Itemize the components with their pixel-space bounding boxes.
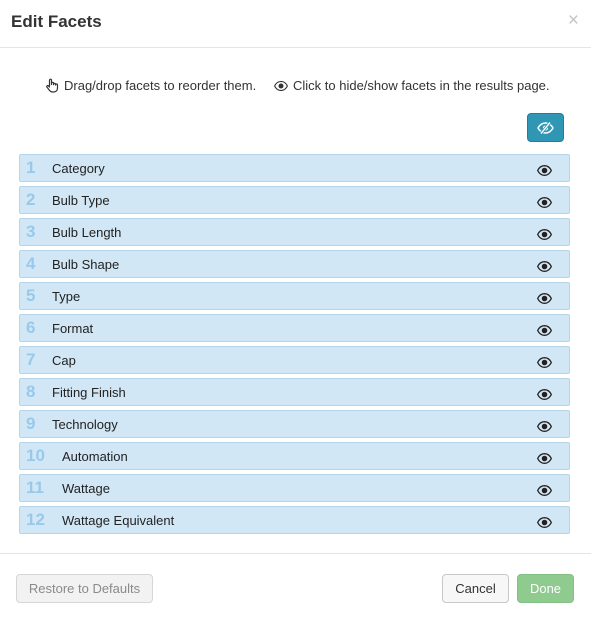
visibility-eye-icon[interactable] — [536, 387, 553, 405]
facet-row[interactable]: 8 Fitting Finish — [19, 378, 570, 406]
facet-label: Wattage — [62, 481, 110, 496]
facet-row[interactable]: 10 Automation — [19, 442, 570, 470]
eye-icon — [274, 80, 288, 91]
eye-icon — [536, 453, 553, 464]
facet-label: Format — [52, 321, 94, 336]
edit-facets-dialog: Edit Facets × Drag/drop facets to reorde… — [0, 0, 591, 620]
instructions: Drag/drop facets to reorder them. Click … — [0, 76, 591, 96]
facet-number: 8 — [26, 382, 36, 401]
eye-icon — [536, 389, 553, 400]
facet-label: Automation — [62, 449, 128, 464]
visibility-eye-icon[interactable] — [536, 323, 553, 341]
facet-row[interactable]: 6 Format — [19, 314, 570, 342]
cancel-button[interactable]: Cancel — [442, 574, 509, 603]
hand-pointer-icon — [46, 78, 59, 93]
facet-label: Category — [52, 161, 105, 176]
eye-icon — [536, 165, 553, 176]
facet-row[interactable]: 1 Category — [19, 154, 570, 182]
eye-slash-icon — [537, 121, 554, 134]
visibility-eye-icon[interactable] — [536, 163, 553, 181]
visibility-eye-icon[interactable] — [536, 227, 553, 245]
eye-icon — [536, 197, 553, 208]
visibility-eye-icon[interactable] — [536, 515, 553, 533]
eye-icon — [536, 485, 553, 496]
facet-number: 6 — [26, 318, 36, 337]
facet-row[interactable]: 11 Wattage — [19, 474, 570, 502]
facet-number: 11 — [26, 478, 44, 497]
eye-icon — [536, 421, 553, 432]
dialog-header: Edit Facets × — [0, 0, 591, 48]
facet-label: Bulb Type — [52, 193, 110, 208]
drag-hint-text: Drag/drop facets to reorder them. — [64, 78, 257, 93]
facet-label: Wattage Equivalent — [62, 513, 175, 528]
facet-row[interactable]: 9 Technology — [19, 410, 570, 438]
eye-icon — [536, 261, 553, 272]
facet-row[interactable]: 3 Bulb Length — [19, 218, 570, 246]
facet-label: Bulb Shape — [52, 257, 120, 272]
facet-row[interactable]: 7 Cap — [19, 346, 570, 374]
eye-icon — [536, 517, 553, 528]
visibility-hint: Click to hide/show facets in the results… — [274, 78, 550, 93]
facet-number: 1 — [26, 158, 36, 177]
drag-hint: Drag/drop facets to reorder them. — [45, 78, 256, 93]
toggle-all-visibility-button[interactable] — [527, 113, 564, 142]
facet-label: Fitting Finish — [52, 385, 126, 400]
visibility-eye-icon[interactable] — [536, 195, 553, 213]
visibility-eye-icon[interactable] — [536, 291, 553, 309]
facet-row[interactable]: 12 Wattage Equivalent — [19, 506, 570, 534]
facet-row[interactable]: 4 Bulb Shape — [19, 250, 570, 278]
visibility-hint-text: Click to hide/show facets in the results… — [293, 78, 550, 93]
eye-icon — [536, 229, 553, 240]
facet-label: Bulb Length — [52, 225, 122, 240]
visibility-eye-icon[interactable] — [536, 355, 553, 373]
visibility-eye-icon[interactable] — [536, 259, 553, 277]
eye-icon — [536, 293, 553, 304]
visibility-eye-icon[interactable] — [536, 419, 553, 437]
dialog-title: Edit Facets — [11, 12, 102, 31]
facet-number: 12 — [26, 510, 45, 529]
facet-number: 4 — [26, 254, 36, 273]
facet-number: 5 — [26, 286, 36, 305]
visibility-eye-icon[interactable] — [536, 483, 553, 501]
close-icon[interactable]: × — [568, 11, 579, 31]
restore-defaults-button[interactable]: Restore to Defaults — [16, 574, 153, 603]
eye-icon — [536, 357, 553, 368]
visibility-eye-icon[interactable] — [536, 451, 553, 469]
facet-number: 2 — [26, 190, 36, 209]
facet-row[interactable]: 2 Bulb Type — [19, 186, 570, 214]
facet-label: Technology — [52, 417, 118, 432]
facet-number: 3 — [26, 222, 36, 241]
dialog-footer: Restore to Defaults Cancel Done — [0, 553, 591, 620]
eye-icon — [536, 325, 553, 336]
facet-number: 7 — [26, 350, 36, 369]
facet-number: 10 — [26, 446, 45, 465]
done-button[interactable]: Done — [517, 574, 574, 603]
facet-label: Type — [52, 289, 81, 304]
facet-row[interactable]: 5 Type — [19, 282, 570, 310]
facet-label: Cap — [52, 353, 76, 368]
facet-number: 9 — [26, 414, 36, 433]
